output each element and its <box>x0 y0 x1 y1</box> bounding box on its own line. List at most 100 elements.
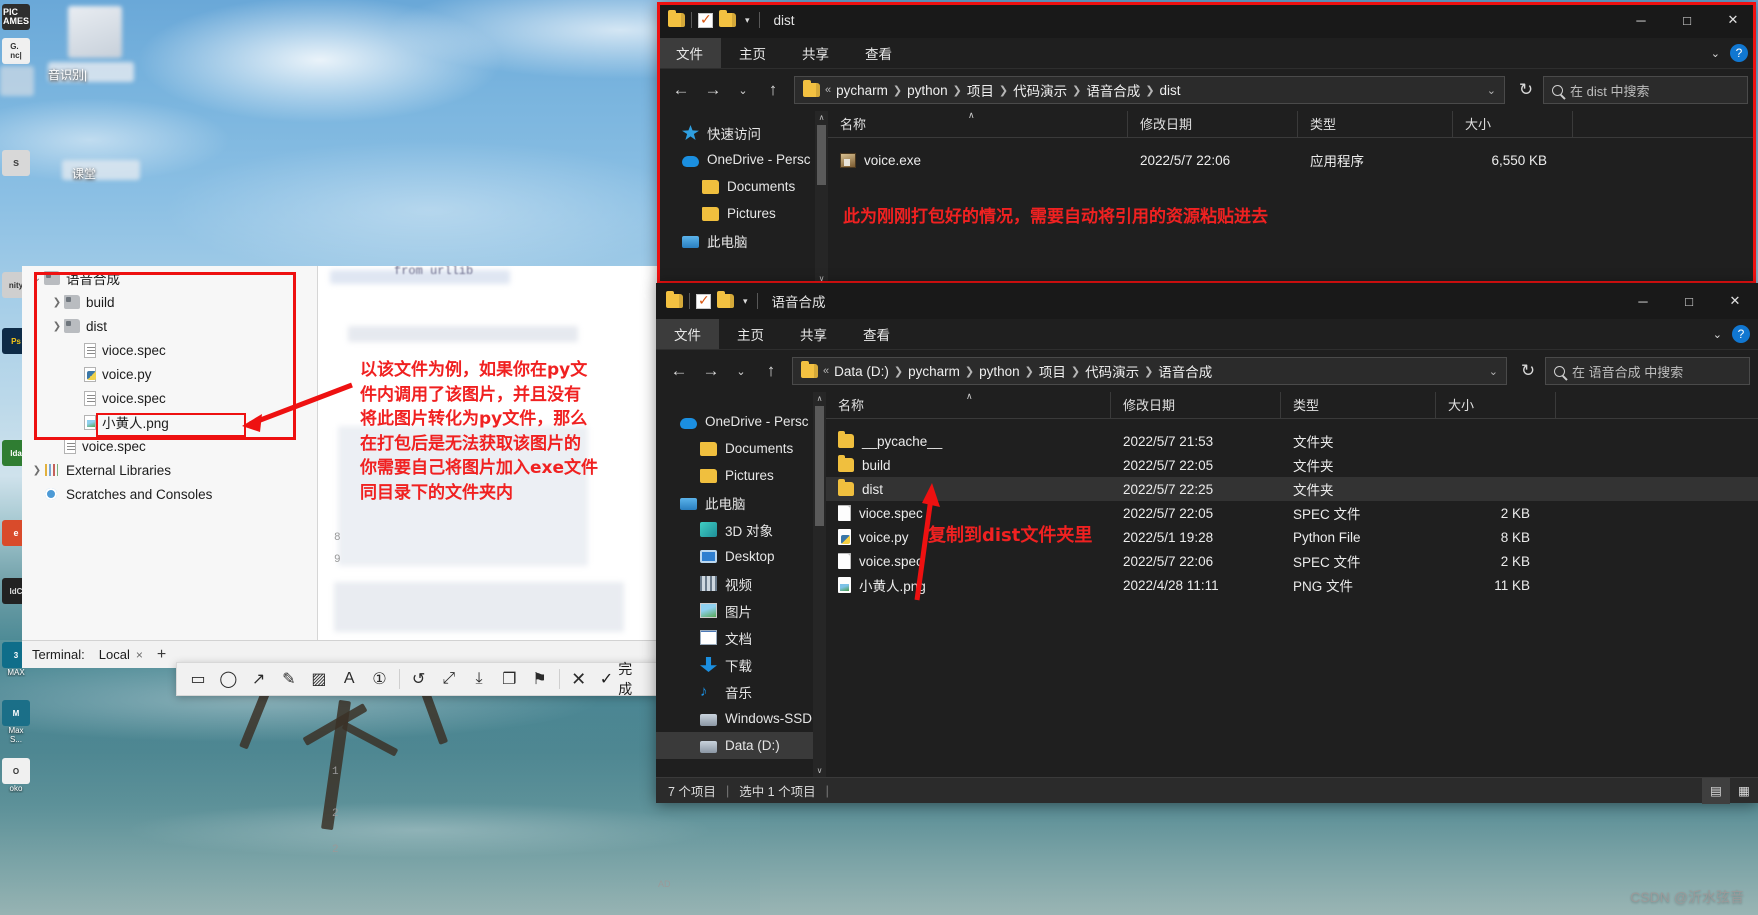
breadcrumb-item-3[interactable]: 代码演示 <box>1013 80 1067 100</box>
breadcrumb-item-1[interactable]: python <box>907 83 948 98</box>
explorer-window-dist[interactable]: ▾ dist ─ □ ✕ 文件 主页 共享 查看 ⌄ ? ← → ⌄ ↑ « p… <box>658 2 1756 285</box>
cell-name[interactable]: voice.exe <box>828 152 1128 168</box>
search-input[interactable]: 在 语音合成 中搜索 <box>1545 357 1750 385</box>
column-headers[interactable]: ∧ 名称 修改日期 类型 大小 <box>826 391 1758 419</box>
ribbon-right-controls[interactable]: ⌄ ? <box>1711 38 1756 68</box>
ellipse-icon[interactable]: ◯ <box>213 664 243 694</box>
desktop-icon-max-s[interactable]: M Max S... <box>2 700 32 744</box>
column-date[interactable]: 修改日期 <box>1128 110 1298 138</box>
cell-name[interactable]: dist <box>826 479 1111 497</box>
breadcrumb[interactable]: « Data (D:) ❯ pycharm ❯ python ❯ 项目 ❯ 代码… <box>792 357 1507 385</box>
nav-pane-scrollbar[interactable]: ∧ ∨ <box>813 392 826 777</box>
navigation-bar[interactable]: ← → ⌄ ↑ « pycharm ❯ python ❯ 项目 ❯ 代码演示 ❯… <box>658 69 1756 111</box>
terminal-tab-local[interactable]: Local × <box>99 647 143 662</box>
nav-pane-item-4[interactable]: 3D 对象 <box>656 516 826 543</box>
text-icon[interactable]: A <box>334 664 364 694</box>
nav-pane-item-6[interactable]: 视频 <box>656 570 826 597</box>
table-row[interactable]: __pycache__ 2022/5/7 21:53 文件夹 <box>826 429 1758 453</box>
arrow-icon[interactable]: ↗ <box>243 664 273 694</box>
scroll-up-icon[interactable]: ∧ <box>813 392 826 405</box>
table-row[interactable]: build 2022/5/7 22:05 文件夹 <box>826 453 1758 477</box>
address-dropdown-icon[interactable]: ⌄ <box>1487 84 1496 97</box>
ribbon-tabs[interactable]: 文件 主页 共享 查看 ⌄ ? <box>656 319 1758 350</box>
nav-pane-item-11[interactable]: Windows-SSD ( <box>656 705 826 732</box>
breadcrumb-item-2[interactable]: 项目 <box>967 80 994 100</box>
tree-node-9[interactable]: Scratches and Consoles <box>22 482 317 506</box>
column-name[interactable]: 名称 <box>828 110 1128 138</box>
breadcrumb-item-4[interactable]: 语音合成 <box>1086 80 1140 100</box>
file-rows[interactable]: __pycache__ 2022/5/7 21:53 文件夹 build 2022/5/… <box>826 419 1758 597</box>
forward-button[interactable]: → <box>696 356 726 386</box>
titlebar[interactable]: ▾ dist ─ □ ✕ <box>658 2 1756 38</box>
desktop-icon-g-nc[interactable]: G. nc| <box>2 38 32 64</box>
breadcrumb-item-0[interactable]: Data (D:) <box>834 364 889 379</box>
nav-pane-item-5[interactable]: Desktop <box>656 543 826 570</box>
up-button[interactable]: ↑ <box>756 356 786 386</box>
nav-pane-item-2[interactable]: Documents <box>658 173 828 200</box>
pen-icon[interactable]: ✎ <box>274 664 304 694</box>
snipping-toolbar[interactable]: ▭ ◯ ↗ ✎ ▨ A ① ↺ ⤢ ⤓ ❐ ⚑ ✕ ✓ 完成 <box>176 661 658 697</box>
nav-pane-item-9[interactable]: 下载 <box>656 651 826 678</box>
add-terminal-icon[interactable]: + <box>157 646 166 664</box>
table-row[interactable]: dist 2022/5/7 22:25 文件夹 <box>826 477 1758 501</box>
rect-icon[interactable]: ▭ <box>183 664 213 694</box>
breadcrumb-tail[interactable]: ⌄ <box>1489 365 1500 378</box>
nav-pane-item-8[interactable]: 文档 <box>656 624 826 651</box>
navigation-pane[interactable]: 快速访问 OneDrive - Persc Documents Pictures 此电脑… <box>658 111 828 285</box>
tab-view[interactable]: 查看 <box>847 38 910 68</box>
cell-name[interactable]: vioce.spec <box>826 505 1111 521</box>
tab-share[interactable]: 共享 <box>782 319 845 349</box>
back-button[interactable]: ← <box>664 356 694 386</box>
navigation-pane[interactable]: OneDrive - Persc Documents Pictures 此电脑 3D 对… <box>656 392 826 777</box>
breadcrumb-item-3[interactable]: 项目 <box>1039 361 1066 381</box>
column-date[interactable]: 修改日期 <box>1111 391 1281 419</box>
nav-pane-item-4[interactable]: 此电脑 <box>658 227 828 254</box>
chevron-down-icon[interactable]: ▾ <box>740 296 751 307</box>
view-mode-buttons[interactable]: ▤ ▦ <box>1702 777 1758 804</box>
pycharm-project-tree[interactable]: ⌄ 语音合成 ❯ build ❯ dist vioce.spec voice.py voice.… <box>22 266 318 666</box>
tree-node-8[interactable]: ❯ External Libraries <box>22 458 317 482</box>
search-input[interactable]: 在 dist 中搜索 <box>1543 76 1748 104</box>
tree-node-4[interactable]: voice.py <box>22 362 317 386</box>
cell-name[interactable]: 小黄人.png <box>826 575 1111 595</box>
address-dropdown-icon[interactable]: ⌄ <box>1489 365 1498 378</box>
column-headers[interactable]: ∧ 名称 修改日期 类型 大小 <box>828 110 1756 138</box>
properties-checkbox-icon[interactable] <box>696 292 711 309</box>
maximize-button[interactable]: □ <box>1666 283 1712 319</box>
column-size[interactable]: 大小 <box>1453 110 1573 138</box>
scrollbar-thumb[interactable] <box>815 406 824 526</box>
new-folder-icon[interactable] <box>717 291 734 308</box>
tab-home[interactable]: 主页 <box>721 38 784 68</box>
cell-name[interactable]: voice.spec <box>826 553 1111 569</box>
close-button[interactable]: ✕ <box>1712 283 1758 319</box>
desktop-icon-s[interactable]: s <box>2 150 32 176</box>
nav-pane-item-10[interactable]: ♪ 音乐 <box>656 678 826 705</box>
column-type[interactable]: 类型 <box>1298 110 1453 138</box>
window-controls[interactable]: ─ □ ✕ <box>1620 283 1758 319</box>
close-button[interactable]: ✕ <box>1710 2 1756 38</box>
breadcrumb-item-0[interactable]: pycharm <box>836 83 888 98</box>
close-icon[interactable]: × <box>136 648 143 662</box>
maximize-button[interactable]: □ <box>1664 2 1710 38</box>
nav-pane-scrollbar[interactable]: ∧ ∨ <box>815 111 828 285</box>
tree-node-7[interactable]: voice.spec <box>22 434 317 458</box>
tree-node-2[interactable]: ❯ dist <box>22 314 317 338</box>
tree-node-1[interactable]: ❯ build <box>22 290 317 314</box>
column-size[interactable]: 大小 <box>1436 391 1556 419</box>
details-view-icon[interactable]: ▤ <box>1702 777 1730 804</box>
file-rows[interactable]: voice.exe 2022/5/7 22:06 应用程序 6,550 KB <box>828 138 1756 172</box>
scroll-up-icon[interactable]: ∧ <box>815 111 828 124</box>
new-folder-icon[interactable] <box>719 10 736 27</box>
table-row[interactable]: voice.exe 2022/5/7 22:06 应用程序 6,550 KB <box>828 148 1756 172</box>
scrollbar-thumb[interactable] <box>817 125 826 185</box>
number-icon[interactable]: ① <box>364 664 394 694</box>
forward-button[interactable]: → <box>698 75 728 105</box>
large-icons-view-icon[interactable]: ▦ <box>1730 778 1758 804</box>
breadcrumb[interactable]: « pycharm ❯ python ❯ 项目 ❯ 代码演示 ❯ 语音合成 ❯ … <box>794 76 1505 104</box>
file-list-pane[interactable]: ∧ 名称 修改日期 类型 大小 voice.exe 2022/5/7 22:06 应… <box>828 110 1756 285</box>
copy-icon[interactable]: ❐ <box>494 664 524 694</box>
cell-name[interactable]: build <box>826 455 1111 473</box>
tree-node-5[interactable]: voice.spec <box>22 386 317 410</box>
nav-pane-item-1[interactable]: OneDrive - Persc <box>658 146 828 173</box>
table-row[interactable]: voice.spec 2022/5/7 22:06 SPEC 文件 2 KB <box>826 549 1758 573</box>
